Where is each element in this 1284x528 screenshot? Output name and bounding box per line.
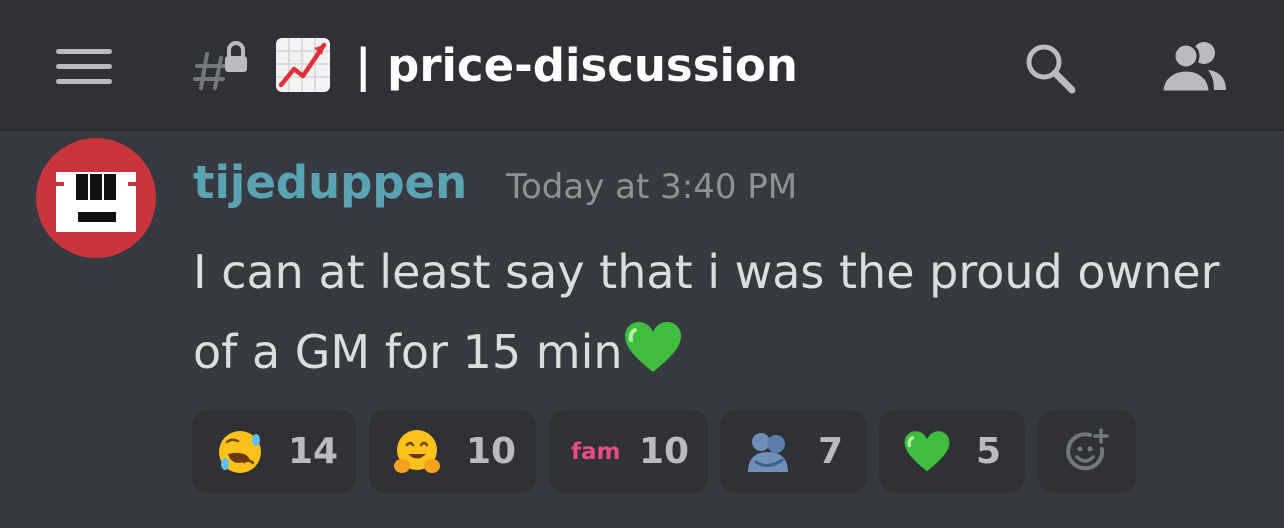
- fam-icon: fam: [571, 439, 621, 465]
- channel-name: | price-discussion: [355, 39, 798, 92]
- green-heart-icon: [624, 322, 681, 372]
- green-heart-icon: [904, 431, 950, 472]
- message-text: I can at least say that i was the proud …: [193, 245, 1220, 379]
- search-icon[interactable]: [1022, 40, 1078, 96]
- reaction-count: 10: [639, 431, 690, 472]
- message-content: I can at least say that i was the proud …: [193, 232, 1233, 392]
- chart-increasing-icon: [276, 38, 330, 92]
- add-reaction-button[interactable]: [1038, 410, 1136, 493]
- avatar-face-icon: [56, 172, 136, 232]
- members-icon[interactable]: [1160, 38, 1228, 94]
- message-timestamp: Today at 3:40 PM: [506, 167, 798, 207]
- reaction-fam[interactable]: fam 10: [549, 410, 708, 493]
- reaction-count: 7: [818, 431, 844, 472]
- reaction-count: 5: [976, 431, 1002, 472]
- add-reaction-icon: [1066, 428, 1109, 471]
- reaction-count: 10: [466, 431, 517, 472]
- reaction-people-hugging[interactable]: 7: [720, 410, 867, 493]
- reaction-green-heart[interactable]: 5: [879, 410, 1025, 493]
- avatar[interactable]: [36, 138, 156, 258]
- hugging-face-icon: [394, 430, 440, 473]
- reaction-count: 14: [288, 431, 339, 472]
- reaction-rofl[interactable]: 14: [192, 410, 356, 493]
- message-author[interactable]: tijeduppen: [193, 153, 467, 213]
- people-hugging-icon: [748, 433, 788, 472]
- locked-channel-icon: [193, 41, 247, 90]
- channel-header: | price-discussion: [0, 0, 1284, 131]
- menu-icon[interactable]: [56, 47, 112, 85]
- reaction-hugging[interactable]: 10: [369, 410, 536, 493]
- rolling-on-floor-laughing-icon: [219, 431, 261, 473]
